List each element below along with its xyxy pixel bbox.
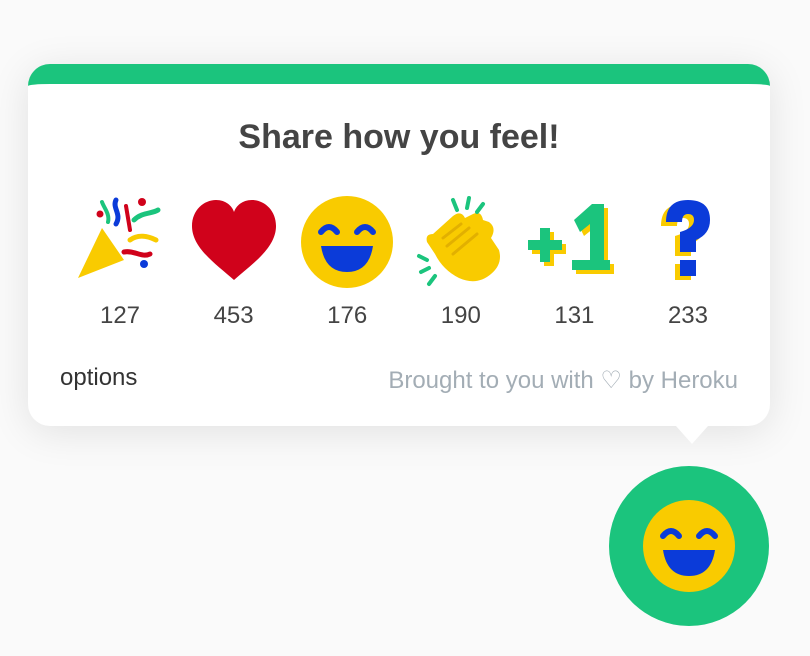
popup-title: Share how you feel! bbox=[238, 118, 560, 156]
reaction-list: 127 453 176 190 131 233 bbox=[64, 194, 744, 334]
reaction-count: 176 bbox=[327, 302, 368, 329]
reaction-widget: Share how you feel! 127 453 176 190 131 … bbox=[0, 0, 810, 656]
reaction-grin[interactable]: 176 bbox=[291, 194, 403, 334]
question-mark-icon bbox=[660, 200, 710, 280]
reaction-count: 127 bbox=[99, 302, 141, 329]
reaction-count: 131 bbox=[554, 302, 595, 329]
heart-icon bbox=[191, 200, 276, 280]
reaction-count: 233 bbox=[667, 302, 708, 329]
plus-one-icon bbox=[528, 204, 615, 274]
credit-text: Brought to you with ♡ by Heroku bbox=[388, 367, 738, 394]
reaction-question[interactable]: 233 bbox=[632, 194, 744, 334]
party-popper-icon bbox=[78, 197, 161, 278]
reaction-heart[interactable]: 453 bbox=[178, 194, 290, 334]
options-link[interactable]: options bbox=[60, 364, 137, 392]
launcher-button[interactable] bbox=[609, 466, 769, 626]
reaction-count: 453 bbox=[213, 302, 254, 329]
grinning-face-icon bbox=[301, 196, 394, 288]
reaction-clap[interactable]: 190 bbox=[405, 194, 517, 334]
reaction-count: 190 bbox=[440, 302, 481, 329]
reaction-plus-one[interactable]: 131 bbox=[518, 194, 630, 334]
reaction-popup: Share how you feel! 127 453 176 190 131 … bbox=[28, 64, 770, 444]
reaction-party[interactable]: 127 bbox=[64, 194, 176, 334]
clapping-hands-icon bbox=[416, 196, 500, 286]
grinning-face-icon bbox=[643, 500, 735, 592]
